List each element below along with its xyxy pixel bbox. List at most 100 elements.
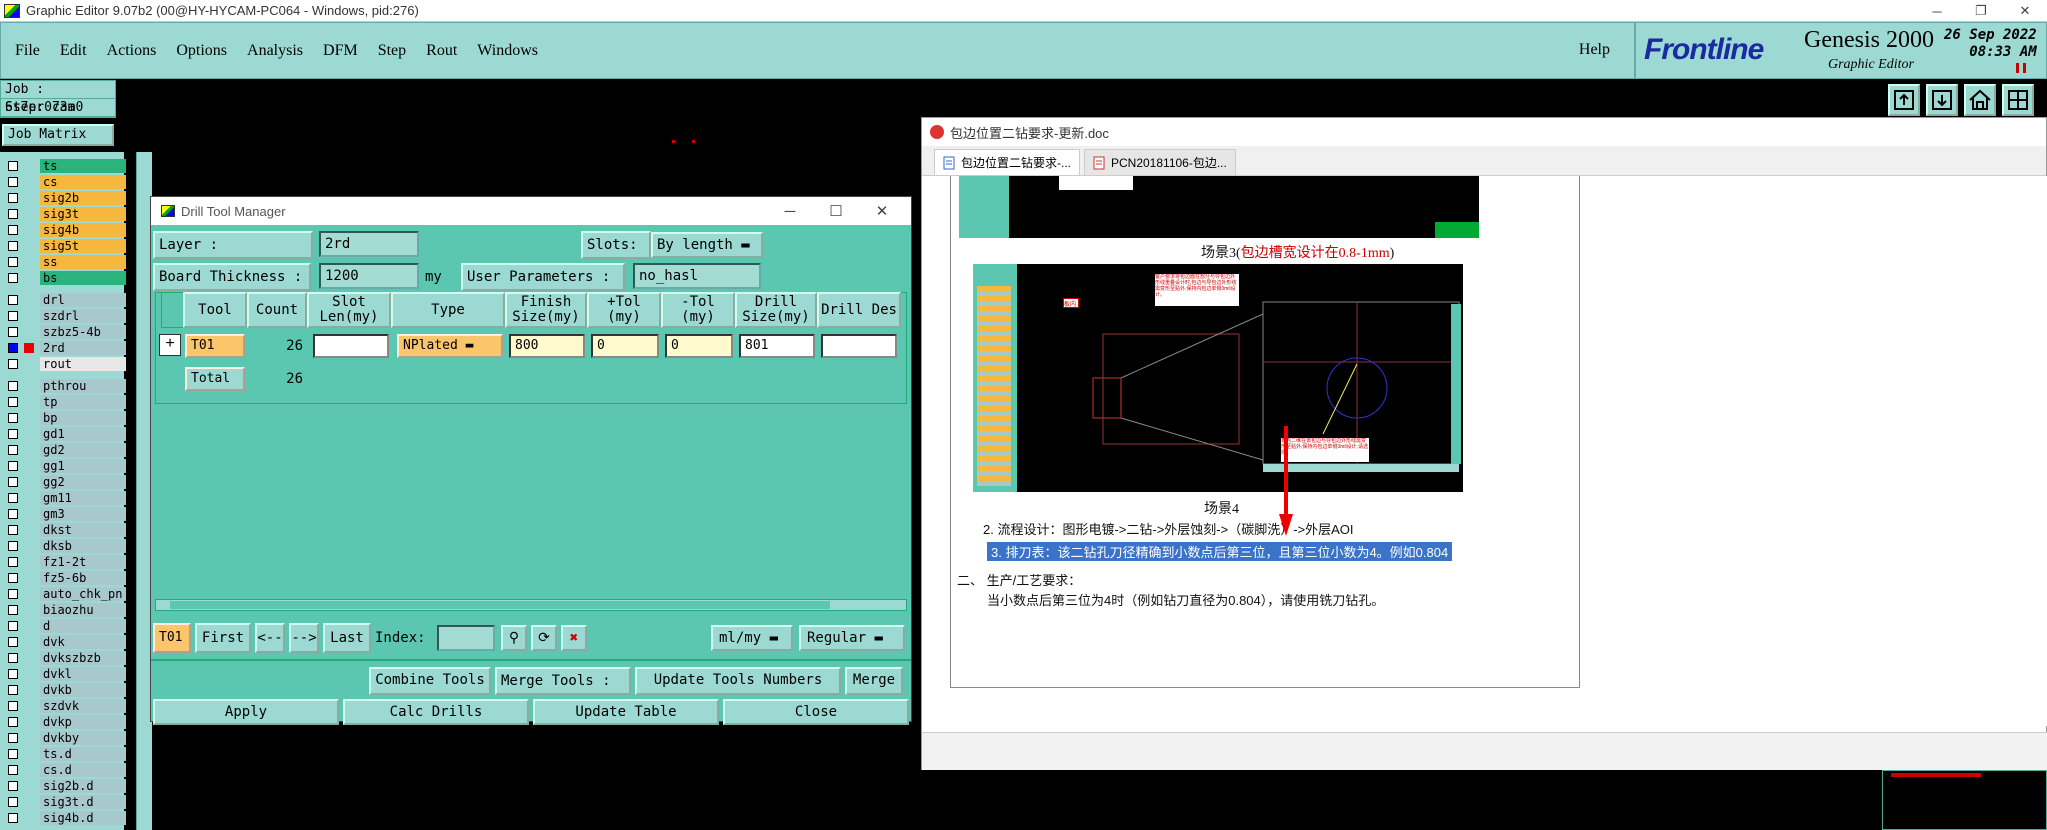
layer-checkbox[interactable] xyxy=(8,749,18,759)
layer-field[interactable]: 2rd xyxy=(319,231,419,257)
layer-name[interactable]: ts xyxy=(40,159,126,173)
layer-checkbox[interactable] xyxy=(8,797,18,807)
layer-name[interactable]: sig5t xyxy=(40,239,126,253)
layer-row-sig4b[interactable]: sig4b xyxy=(4,222,126,238)
menu-windows[interactable]: Windows xyxy=(477,42,538,60)
layer-checkbox[interactable] xyxy=(8,209,18,219)
layer-name[interactable]: pthrou xyxy=(40,379,126,393)
layer-name[interactable]: 2rd xyxy=(40,341,126,355)
layer-checkbox[interactable] xyxy=(8,733,18,743)
layer-name[interactable]: d xyxy=(40,619,126,633)
layer-row-gg2[interactable]: gg2 xyxy=(4,474,126,490)
layer-row-dvk[interactable]: dvk xyxy=(4,634,126,650)
first-button[interactable]: First xyxy=(195,623,251,653)
layer-row-sig2b[interactable]: sig2b xyxy=(4,190,126,206)
layer-checkbox[interactable] xyxy=(8,241,18,251)
dtm-close-action-button[interactable]: Close xyxy=(723,699,909,725)
layout-icon[interactable] xyxy=(2002,84,2034,116)
layer-name[interactable]: dvkl xyxy=(40,667,126,681)
download-icon[interactable] xyxy=(1926,84,1958,116)
job-matrix-button[interactable]: Job Matrix ... xyxy=(2,124,114,160)
layer-checkbox[interactable] xyxy=(8,525,18,535)
layer-row-cs[interactable]: cs xyxy=(4,174,126,190)
layer-name[interactable]: ss xyxy=(40,255,126,269)
layer-row-dvkby[interactable]: dvkby xyxy=(4,730,126,746)
layer-checkbox[interactable] xyxy=(8,477,18,487)
layer-name[interactable]: dvkp xyxy=(40,715,126,729)
layer-checkbox[interactable] xyxy=(8,343,18,353)
delete-icon[interactable]: ✖ xyxy=(561,625,587,651)
layer-row-rout[interactable]: rout xyxy=(4,356,126,372)
layer-row-szdvk[interactable]: szdvk xyxy=(4,698,126,714)
upload-icon[interactable] xyxy=(1888,84,1920,116)
layer-row-auto_chk_pn[interactable]: auto_chk_pn xyxy=(4,586,126,602)
layer-row-d[interactable]: d xyxy=(4,618,126,634)
layer-row-bs[interactable]: bs xyxy=(4,270,126,286)
layer-name[interactable]: cs xyxy=(40,175,126,189)
layer-row-biaozhu[interactable]: biaozhu xyxy=(4,602,126,618)
layer-row-gg1[interactable]: gg1 xyxy=(4,458,126,474)
last-button[interactable]: Last xyxy=(323,623,371,653)
layer-row-szbz5-4b[interactable]: szbz5-4b xyxy=(4,324,126,340)
layer-row-gm11[interactable]: gm11 xyxy=(4,490,126,506)
drill-size-input[interactable]: 801 xyxy=(739,334,815,358)
layer-row-ts.d[interactable]: ts.d xyxy=(4,746,126,762)
finish-size-input[interactable]: 800 xyxy=(509,334,585,358)
layer-row-2rd[interactable]: 2rd xyxy=(4,340,126,356)
layer-name[interactable]: auto_chk_pn xyxy=(40,587,126,601)
layer-name[interactable]: dkst xyxy=(40,523,126,537)
layer-checkbox[interactable] xyxy=(8,765,18,775)
layer-row-sig2b.d[interactable]: sig2b.d xyxy=(4,778,126,794)
table-h-scrollbar[interactable] xyxy=(155,599,907,611)
tool-t01-button[interactable]: T01 xyxy=(185,334,245,358)
layer-checkbox[interactable] xyxy=(8,381,18,391)
layer-checkbox[interactable] xyxy=(8,813,18,823)
update-table-button[interactable]: Update Table xyxy=(533,699,719,725)
layer-checkbox[interactable] xyxy=(8,653,18,663)
layer-row-sig3t[interactable]: sig3t xyxy=(4,206,126,222)
layer-row-gd2[interactable]: gd2 xyxy=(4,442,126,458)
layer-name[interactable]: szdrl xyxy=(40,309,126,323)
menu-rout[interactable]: Rout xyxy=(426,42,457,60)
layer-row-sig3t.d[interactable]: sig3t.d xyxy=(4,794,126,810)
layer-name[interactable]: dvkby xyxy=(40,731,126,745)
layer-checkbox[interactable] xyxy=(8,717,18,727)
type-dropdown[interactable]: NPlated ▬ xyxy=(397,334,503,358)
layer-checkbox[interactable] xyxy=(8,669,18,679)
refresh-icon[interactable]: ⟳ xyxy=(531,625,557,651)
merge-button[interactable]: Merge xyxy=(845,667,903,695)
calc-drills-button[interactable]: Calc Drills xyxy=(343,699,529,725)
close-button[interactable]: ✕ xyxy=(2003,0,2047,22)
layer-checkbox[interactable] xyxy=(8,177,18,187)
update-tools-numbers-button[interactable]: Update Tools Numbers xyxy=(635,667,841,695)
layer-checkbox[interactable] xyxy=(8,509,18,519)
layer-name[interactable]: cs.d xyxy=(40,763,126,777)
layer-row-cs.d[interactable]: cs.d xyxy=(4,762,126,778)
layer-checkbox[interactable] xyxy=(8,461,18,471)
layer-checkbox[interactable] xyxy=(8,557,18,567)
layer-checkbox[interactable] xyxy=(8,359,18,369)
layer-row-dksb[interactable]: dksb xyxy=(4,538,126,554)
layer-name[interactable]: dvkb xyxy=(40,683,126,697)
layer-checkbox[interactable] xyxy=(8,621,18,631)
layer-row-gm3[interactable]: gm3 xyxy=(4,506,126,522)
slots-dropdown[interactable]: By length ▬ xyxy=(651,232,763,258)
layer-row-sig5t[interactable]: sig5t xyxy=(4,238,126,254)
minus-tol-input[interactable]: 0 xyxy=(665,334,733,358)
layer-name[interactable]: fz5-6b xyxy=(40,571,126,585)
layer-name[interactable]: bs xyxy=(40,271,126,285)
units-dropdown[interactable]: ml/my ▬ xyxy=(711,625,793,651)
layer-name[interactable]: szdvk xyxy=(40,699,126,713)
layer-checkbox[interactable] xyxy=(8,327,18,337)
layer-name[interactable]: sig3t xyxy=(40,207,126,221)
combine-tools-button[interactable]: Combine Tools xyxy=(369,667,491,695)
layer-row-dkst[interactable]: dkst xyxy=(4,522,126,538)
dtm-close-button[interactable]: ✕ xyxy=(859,197,905,225)
tool-table-line-selected[interactable]: 3. 排刀表：该二钻孔刀径精确到小数点后第三位，且第三位小数为4。例如0.804 xyxy=(987,542,1453,561)
layer-checkbox[interactable] xyxy=(8,685,18,695)
layer-checkbox[interactable] xyxy=(8,445,18,455)
layer-checkbox[interactable] xyxy=(8,273,18,283)
layer-checkbox[interactable] xyxy=(8,311,18,321)
apply-button[interactable]: Apply xyxy=(153,699,339,725)
menu-step[interactable]: Step xyxy=(378,42,406,60)
